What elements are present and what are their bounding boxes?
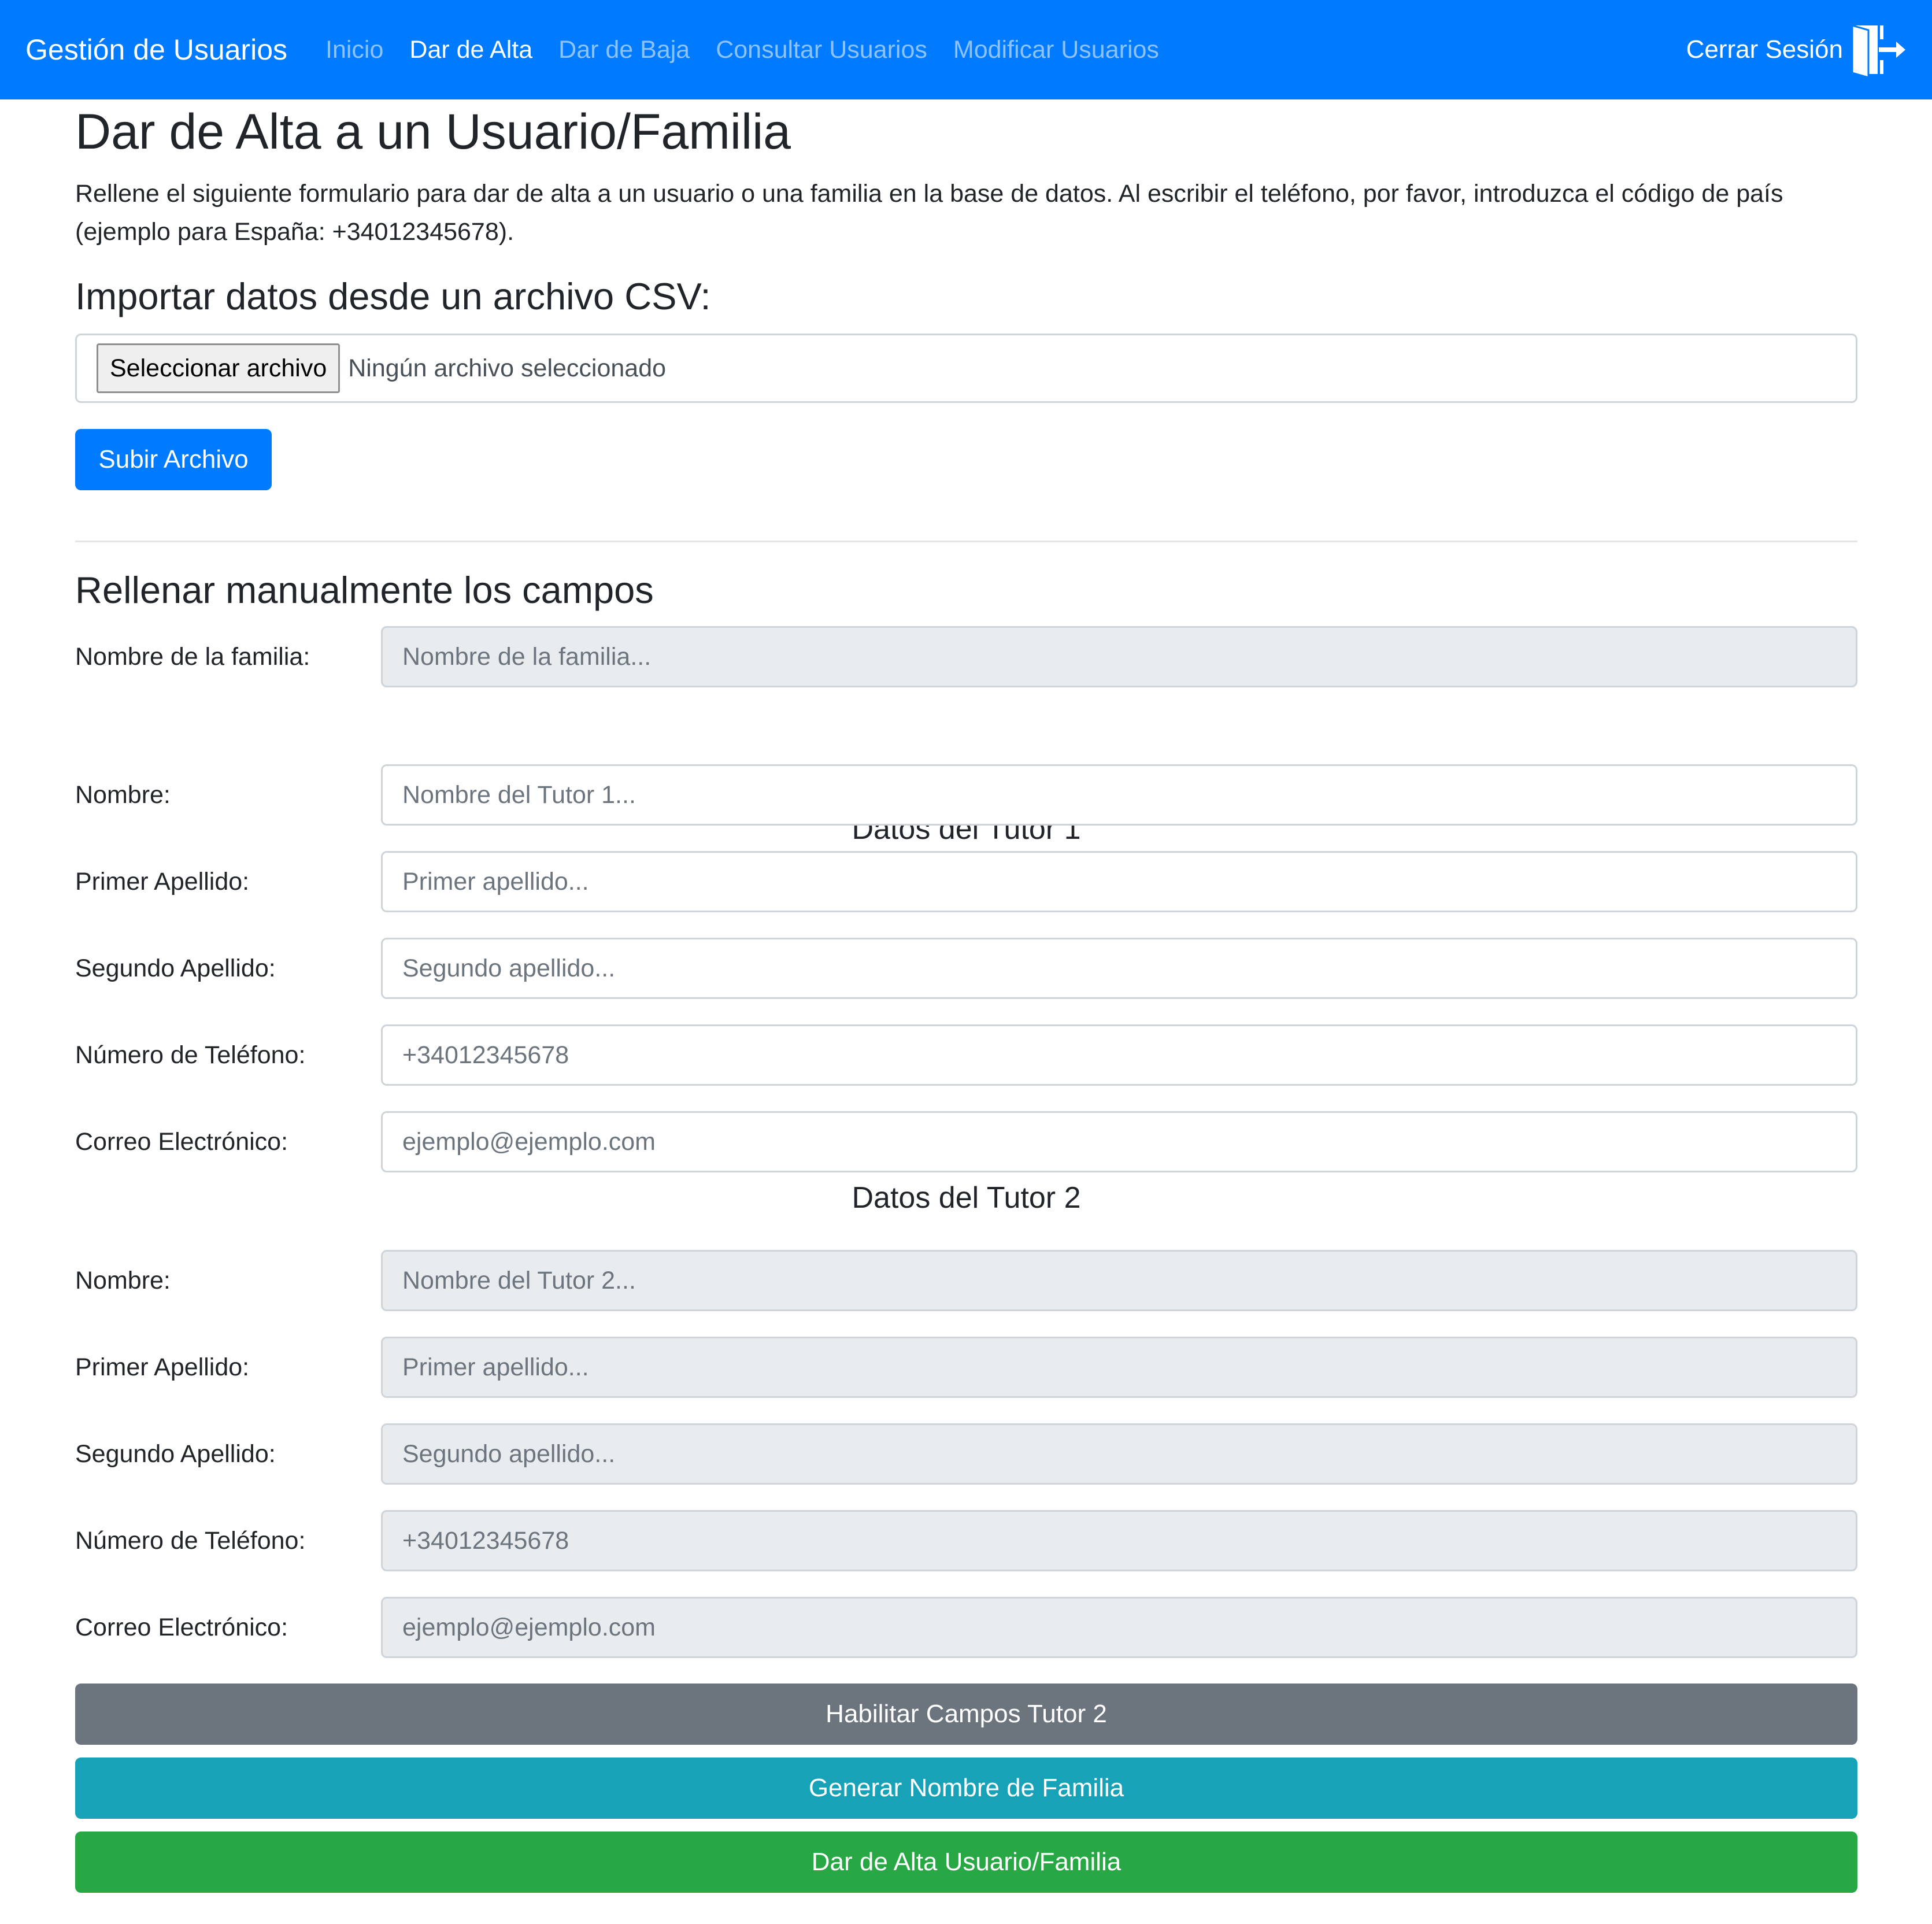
tutor1-surname2-row: Segundo Apellido: Segundo apellido...: [75, 938, 1857, 999]
tutor2-email-label: Correo Electrónico:: [75, 1613, 288, 1641]
csv-file-input[interactable]: Seleccionar archivo Ningún archivo selec…: [75, 334, 1857, 403]
tutor1-email-label: Correo Electrónico:: [75, 1127, 288, 1156]
page-intro: Rellene el siguiente formulario para dar…: [75, 180, 1783, 246]
select-file-button[interactable]: Seleccionar archivo: [97, 343, 340, 393]
tutor1-email-row: Correo Electrónico: ejemplo@ejemplo.com: [75, 1111, 1857, 1172]
manual-heading: Rellenar manualmente los campos: [75, 569, 654, 611]
navbar: Gestión de Usuarios Inicio Dar de Alta D…: [0, 0, 1932, 99]
nav-link-dar-de-baja[interactable]: Dar de Baja: [558, 36, 690, 64]
tutor2-surname1-label: Primer Apellido:: [75, 1353, 250, 1381]
tutor1-name-label: Nombre:: [75, 780, 171, 809]
tutor1-phone-label: Número de Teléfono:: [75, 1041, 306, 1069]
tutor1-phone-row: Número de Teléfono: +34012345678: [75, 1024, 1857, 1086]
tutor2-name-label: Nombre:: [75, 1266, 171, 1294]
nav-link-modificar-usuarios[interactable]: Modificar Usuarios: [953, 36, 1159, 64]
submit-button[interactable]: Dar de Alta Usuario/Familia: [75, 1832, 1857, 1893]
csv-import-heading: Importar datos desde un archivo CSV:: [75, 275, 711, 317]
family-name-row: Nombre de la familia: Nombre de la famil…: [75, 626, 1857, 687]
family-name-label: Nombre de la familia:: [75, 642, 310, 671]
nav-link-inicio[interactable]: Inicio: [325, 36, 383, 64]
nav-link-consultar-usuarios[interactable]: Consultar Usuarios: [716, 36, 927, 64]
tutor2-title: Datos del Tutor 2: [852, 1181, 1081, 1215]
tutor1-surname2-label: Segundo Apellido:: [75, 954, 276, 982]
tutor2-surname2-input[interactable]: Segundo apellido...: [381, 1423, 1857, 1485]
tutor2-phone-input[interactable]: +34012345678: [381, 1510, 1857, 1571]
logout-button[interactable]: Cerrar Sesión: [1686, 22, 1907, 77]
generate-family-name-button[interactable]: Generar Nombre de Familia: [75, 1758, 1857, 1819]
tutor2-surname2-label: Segundo Apellido:: [75, 1440, 276, 1468]
logout-door-icon: [1851, 24, 1905, 77]
section-divider: [75, 541, 1857, 542]
upload-file-button[interactable]: Subir Archivo: [75, 429, 272, 490]
tutor2-email-row: Correo Electrónico: ejemplo@ejemplo.com: [75, 1597, 1857, 1658]
tutor1-email-input[interactable]: ejemplo@ejemplo.com: [381, 1111, 1857, 1172]
tutor2-surname1-row: Primer Apellido: Primer apellido...: [75, 1337, 1857, 1398]
navbar-brand[interactable]: Gestión de Usuarios: [25, 33, 287, 66]
nav-link-dar-de-alta[interactable]: Dar de Alta: [409, 36, 532, 64]
tutor1-name-input[interactable]: Nombre del Tutor 1...: [381, 764, 1857, 826]
tutor2-name-row: Nombre: Nombre del Tutor 2...: [75, 1250, 1857, 1311]
page-title: Dar de Alta a un Usuario/Familia: [75, 104, 791, 160]
logout-label: Cerrar Sesión: [1686, 35, 1843, 64]
tutor2-surname2-row: Segundo Apellido: Segundo apellido...: [75, 1423, 1857, 1485]
tutor2-phone-row: Número de Teléfono: +34012345678: [75, 1510, 1857, 1571]
enable-tutor2-button[interactable]: Habilitar Campos Tutor 2: [75, 1684, 1857, 1745]
tutor1-phone-input[interactable]: +34012345678: [381, 1024, 1857, 1086]
tutor1-surname1-label: Primer Apellido:: [75, 867, 250, 896]
tutor2-name-input[interactable]: Nombre del Tutor 2...: [381, 1250, 1857, 1311]
tutor1-name-row: Nombre: Nombre del Tutor 1...: [75, 764, 1857, 826]
family-name-input[interactable]: Nombre de la familia...: [381, 626, 1857, 687]
tutor2-surname1-input[interactable]: Primer apellido...: [381, 1337, 1857, 1398]
tutor1-surname1-input[interactable]: Primer apellido...: [381, 851, 1857, 912]
tutor1-surname1-row: Primer Apellido: Primer apellido...: [75, 851, 1857, 912]
tutor2-phone-label: Número de Teléfono:: [75, 1526, 306, 1555]
file-status: Ningún archivo seleccionado: [348, 354, 667, 382]
tutor1-surname2-input[interactable]: Segundo apellido...: [381, 938, 1857, 999]
tutor2-email-input[interactable]: ejemplo@ejemplo.com: [381, 1597, 1857, 1658]
